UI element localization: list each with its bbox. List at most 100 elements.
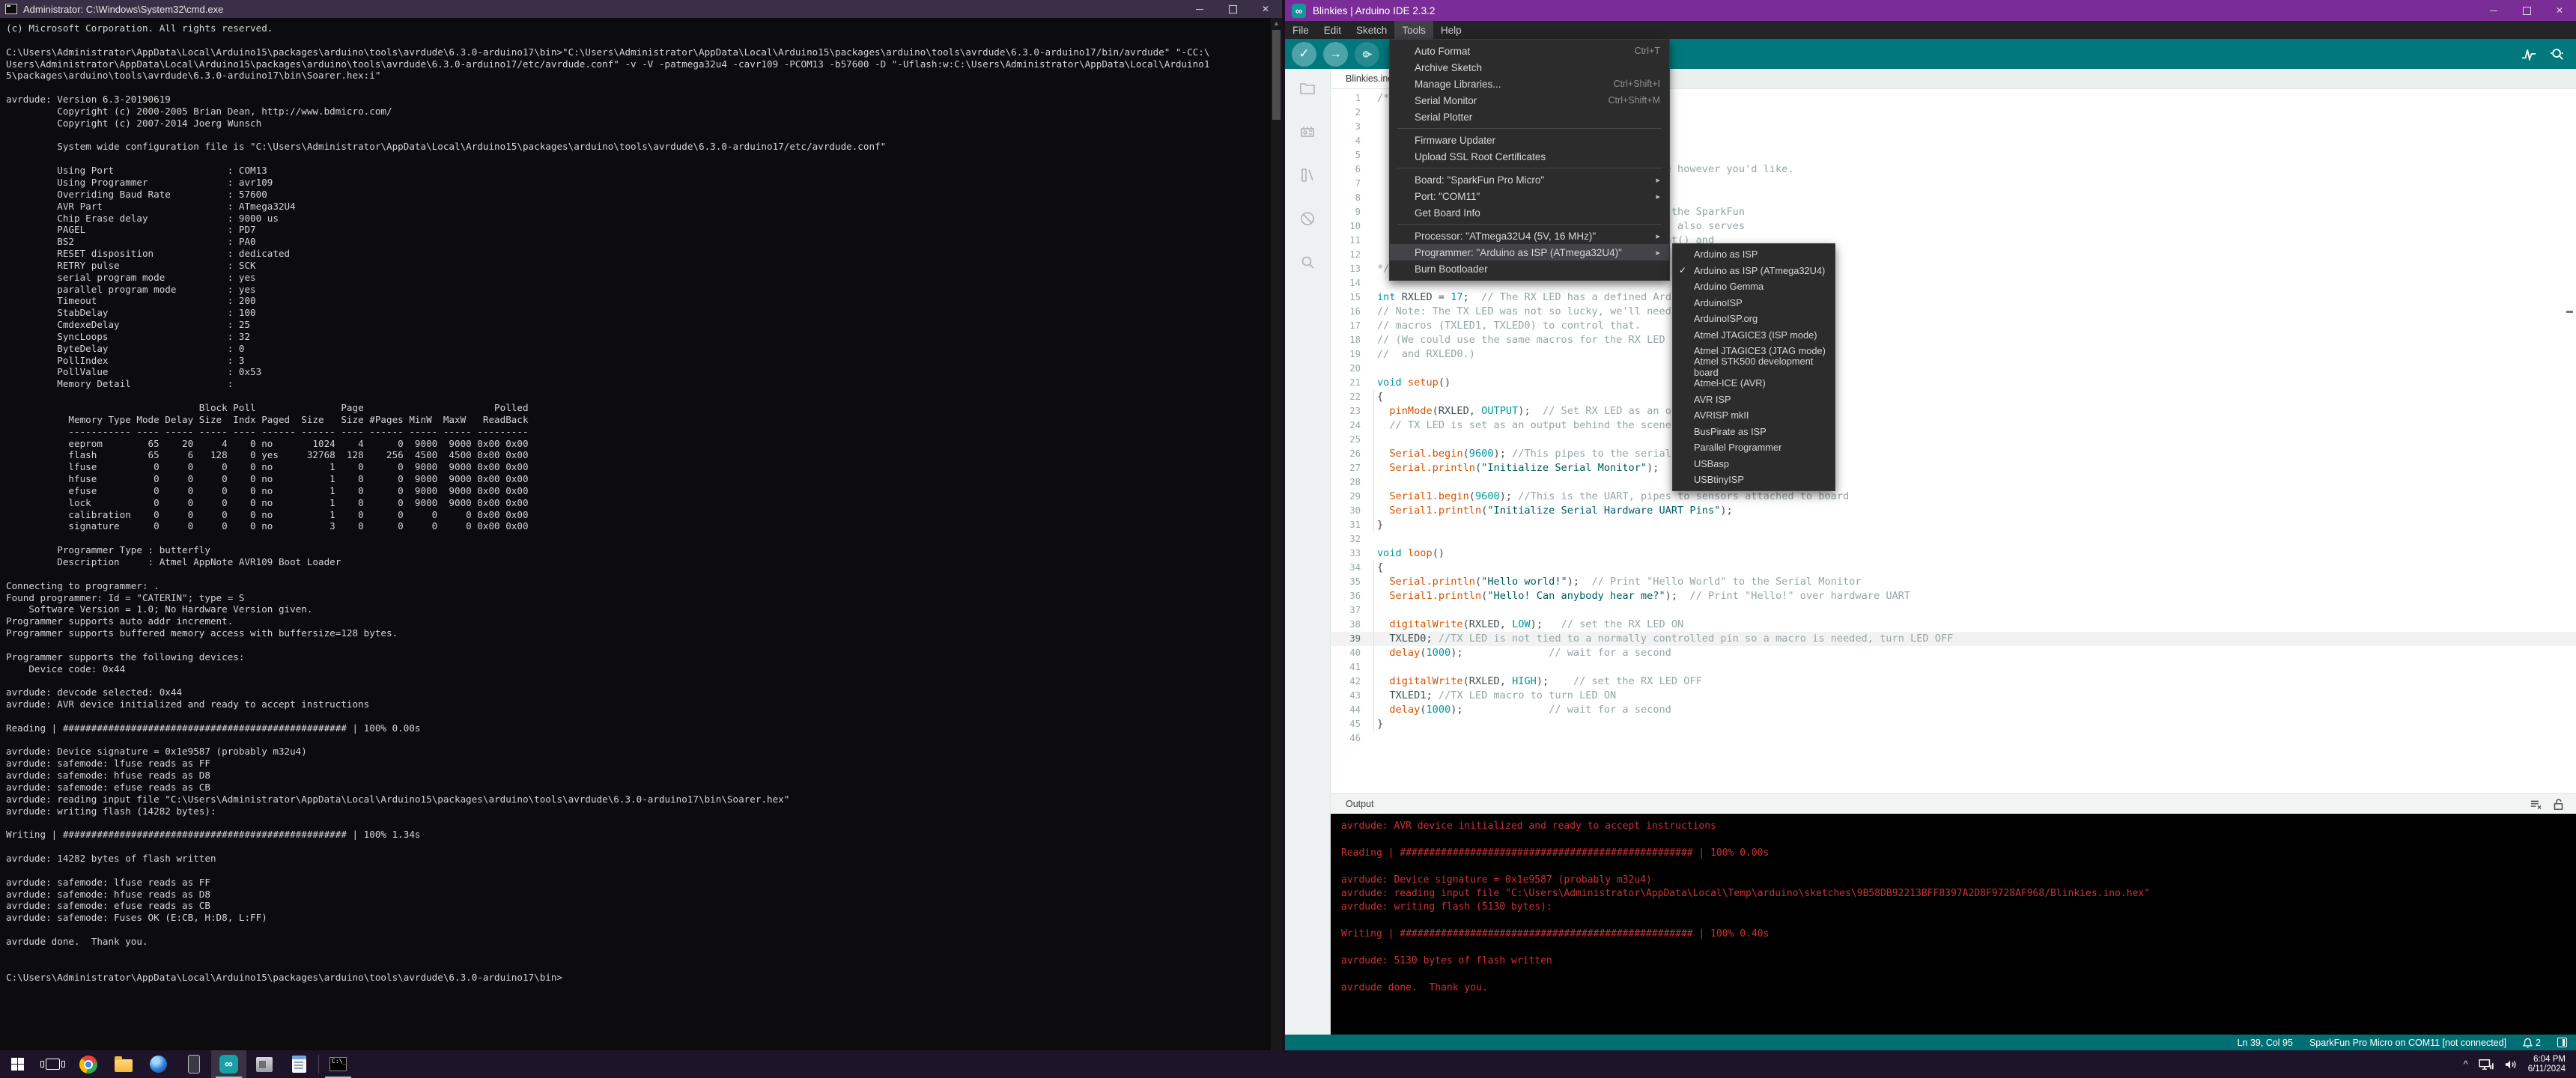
notifications-bell[interactable]: 2: [2523, 1038, 2541, 1048]
ide-close-button[interactable]: ✕: [2543, 0, 2576, 21]
file-explorer-icon: [115, 1059, 133, 1072]
tools-menu-item-processor-atmega32u4-5v-16-mhz[interactable]: Processor: "ATmega32U4 (5V, 16 MHz)"▸: [1390, 228, 1669, 244]
board-port-status[interactable]: SparkFun Pro Micro on COM11 [not connect…: [2309, 1038, 2506, 1048]
taskbar-button-phone-device[interactable]: [176, 1050, 211, 1078]
menu-help[interactable]: Help: [1433, 21, 1469, 39]
line-number: 19: [1331, 347, 1377, 362]
menu-edit[interactable]: Edit: [1316, 21, 1349, 39]
programmer-option-atmel-jtagice3-isp-mode[interactable]: Atmel JTAGICE3 (ISP mode): [1673, 327, 1835, 344]
programmer-option-buspirate-as-isp[interactable]: BusPirate as ISP: [1673, 424, 1835, 440]
programmer-option-arduinoisp[interactable]: ArduinoISP: [1673, 295, 1835, 311]
network-icon[interactable]: [2479, 1059, 2494, 1071]
tools-menu-item-board-sparkfun-pro-micro[interactable]: Board: "SparkFun Pro Micro"▸: [1390, 171, 1669, 188]
code-line-22: 22{: [1331, 390, 2576, 404]
menu-file[interactable]: File: [1285, 21, 1316, 39]
maximize-button[interactable]: [1216, 0, 1249, 18]
programmer-option-arduino-as-isp-atmega32u4[interactable]: ✓Arduino as ISP (ATmega32U4): [1673, 263, 1835, 279]
line-number: 11: [1331, 234, 1377, 248]
command-prompt-icon: C:\_: [329, 1057, 347, 1071]
tools-menu-item-port-com11[interactable]: Port: "COM11"▸: [1390, 188, 1669, 204]
minimize-button[interactable]: [1183, 0, 1216, 18]
tools-menu-item-auto-format[interactable]: Auto FormatCtrl+T: [1390, 43, 1669, 59]
programmer-option-usbtinyisp[interactable]: USBtinyISP: [1673, 472, 1835, 488]
sidebar-library-manager-icon[interactable]: [1298, 166, 1317, 184]
menu-tools[interactable]: Tools: [1394, 21, 1433, 39]
taskbar-button-notepad[interactable]: [282, 1050, 317, 1078]
taskbar-button-file-explorer[interactable]: [106, 1050, 141, 1078]
programmer-option-parallel-programmer[interactable]: Parallel Programmer: [1673, 439, 1835, 456]
taskbar-button-globe-browser[interactable]: [141, 1050, 176, 1078]
upload-button[interactable]: →: [1323, 42, 1348, 67]
serial-plotter-icon[interactable]: [2521, 47, 2537, 61]
output-console[interactable]: avrdude: AVR device initialized and read…: [1331, 814, 2576, 1035]
tools-menu-item-archive-sketch[interactable]: Archive Sketch: [1390, 59, 1669, 76]
menu-sketch[interactable]: Sketch: [1349, 21, 1394, 39]
programmer-option-atmel-stk500-development-board[interactable]: Atmel STK500 development board: [1673, 359, 1835, 376]
code-text: {: [1377, 561, 1383, 575]
volume-icon[interactable]: [2504, 1059, 2518, 1071]
programmer-option-arduino-as-isp[interactable]: Arduino as ISP: [1673, 246, 1835, 263]
cursor-position[interactable]: Ln 39, Col 95: [2238, 1038, 2293, 1048]
ide-maximize-button[interactable]: [2510, 0, 2543, 21]
line-number: 26: [1331, 447, 1377, 461]
programmer-option-usbasp[interactable]: USBasp: [1673, 456, 1835, 472]
code-line-17: 17// macros (TXLED1, TXLED0) to control …: [1331, 319, 2576, 333]
line-number: 37: [1331, 603, 1377, 618]
scrollbar-thumb[interactable]: [1272, 30, 1281, 120]
taskbar-clock[interactable]: 6:04 PM 6/11/2024: [2528, 1055, 2566, 1074]
programmer-option-arduino-gemma[interactable]: Arduino Gemma: [1673, 278, 1835, 295]
ide-minimize-button[interactable]: [2477, 0, 2510, 21]
tools-menu-item-upload-ssl-root-certificates[interactable]: Upload SSL Root Certificates: [1390, 148, 1669, 165]
code-text: Serial1.begin(9600); //This is the UART,…: [1377, 490, 1849, 504]
sidebar-boards-manager-icon[interactable]: [1298, 123, 1317, 141]
tools-menu-item-manage-libraries[interactable]: Manage Libraries...Ctrl+Shift+I: [1390, 76, 1669, 92]
terminal-output[interactable]: (c) Microsoft Corporation. All rights re…: [6, 22, 1269, 1050]
tools-menu-item-get-board-info[interactable]: Get Board Info: [1390, 204, 1669, 221]
menu-item-label: Port: "COM11": [1415, 191, 1648, 202]
taskbar-button-hardware-device[interactable]: [246, 1050, 282, 1078]
terminal-scrollbar[interactable]: ▲: [1271, 18, 1282, 1050]
sidebar-debugger-icon[interactable]: [1298, 210, 1317, 228]
taskbar-button-chrome[interactable]: [70, 1050, 106, 1078]
code-text: }: [1377, 518, 1383, 532]
menu-item-shortcut: Ctrl+T: [1635, 46, 1660, 56]
programmer-option-arduinoisp-org[interactable]: ArduinoISP.org: [1673, 311, 1835, 327]
verify-button[interactable]: ✓: [1292, 42, 1316, 67]
code-text: }: [1377, 717, 1383, 731]
programmer-option-label: Arduino Gemma: [1694, 281, 1764, 292]
tools-menu-item-serial-plotter[interactable]: Serial Plotter: [1390, 109, 1669, 125]
taskbar-button-task-view[interactable]: [35, 1050, 70, 1078]
code-line-18: 18// (We could use the same macros for t…: [1331, 333, 2576, 347]
code-line-19: 19// and RXLED0.): [1331, 347, 2576, 362]
clear-output-icon[interactable]: [2530, 799, 2542, 810]
line-number: 46: [1331, 731, 1377, 746]
ide-titlebar[interactable]: ∞ Blinkies | Arduino IDE 2.3.2 ✕: [1285, 0, 2576, 21]
taskbar-button-start[interactable]: [0, 1050, 35, 1078]
sidebar-sketchbook-icon[interactable]: [1298, 79, 1317, 97]
code-text: // macros (TXLED1, TXLED0) to control th…: [1377, 319, 1641, 333]
scroll-up-icon[interactable]: ▲: [1271, 18, 1282, 28]
tools-menu-item-firmware-updater[interactable]: Firmware Updater: [1390, 132, 1669, 148]
taskbar-button-arduino-ide[interactable]: ∞: [211, 1050, 246, 1078]
tools-menu-item-programmer-arduino-as-isp-atmega32u4[interactable]: Programmer: "Arduino as ISP (ATmega32U4)…: [1390, 244, 1669, 261]
cmd-titlebar[interactable]: Administrator: C:\Windows\System32\cmd.e…: [0, 0, 1282, 18]
serial-monitor-icon[interactable]: [2549, 47, 2566, 61]
tools-menu-item-serial-monitor[interactable]: Serial MonitorCtrl+Shift+M: [1390, 92, 1669, 109]
taskbar-button-command-prompt[interactable]: C:\_: [321, 1050, 356, 1078]
cmd-icon: [5, 4, 17, 14]
line-number: 15: [1331, 290, 1377, 305]
programmer-option-avr-isp[interactable]: AVR ISP: [1673, 392, 1835, 408]
menu-item-label: Burn Bootloader: [1415, 264, 1660, 275]
task-view-icon: [46, 1059, 60, 1070]
tray-chevron-icon[interactable]: ^: [2464, 1059, 2468, 1070]
debug-button[interactable]: [1355, 42, 1379, 67]
phone-device-icon: [188, 1055, 200, 1074]
scroll-lock-icon[interactable]: [2553, 798, 2564, 811]
programmer-option-label: Arduino as ISP (ATmega32U4): [1694, 265, 1825, 276]
close-button[interactable]: ✕: [1249, 0, 1282, 18]
sidebar-search-icon[interactable]: [1298, 253, 1317, 271]
toggle-panel-icon[interactable]: [2557, 1038, 2567, 1047]
programmer-option-label: ArduinoISP.org: [1694, 313, 1758, 324]
tools-menu-item-burn-bootloader[interactable]: Burn Bootloader: [1390, 261, 1669, 277]
programmer-option-avrisp-mkii[interactable]: AVRISP mkII: [1673, 407, 1835, 424]
